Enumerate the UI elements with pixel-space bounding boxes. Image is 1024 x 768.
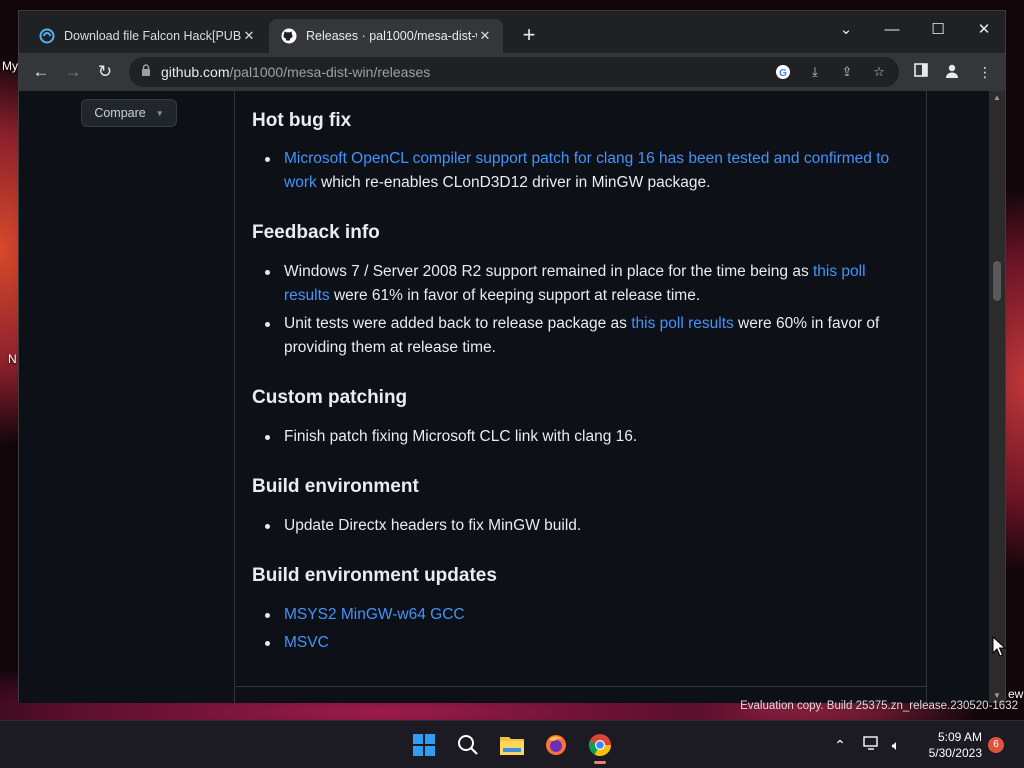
taskbar: ⌃ 🔈︎ 5:09 AM 5/30/2023 6 — [0, 720, 1024, 768]
tab-close-icon[interactable]: ✕ — [477, 28, 493, 44]
msys2-link[interactable]: MSYS2 MinGW-w64 GCC — [284, 606, 465, 623]
compare-button[interactable]: Compare ▼ — [81, 99, 177, 127]
browser-toolbar: ← → ↻ github.com/pal1000/mesa-dist-win/r… — [19, 53, 1005, 91]
tab-search-icon[interactable]: ⌄ — [823, 15, 869, 43]
firefox-icon[interactable] — [540, 730, 572, 760]
msvc-link[interactable]: MSVC — [284, 634, 329, 651]
back-icon[interactable]: ← — [31, 62, 51, 82]
list-item: Unit tests were added back to release pa… — [252, 312, 912, 360]
reload-icon[interactable]: ↻ — [95, 62, 115, 82]
svg-text:G: G — [779, 68, 787, 79]
list-item: MSYS2 MinGW-w64 GCC — [252, 603, 912, 627]
share-icon[interactable]: ⇪ — [839, 64, 855, 80]
desktop-icon-label[interactable]: ew — [1008, 687, 1023, 701]
release-sidebar: Compare ▼ — [19, 91, 235, 703]
vertical-scrollbar[interactable]: ▲ ▼ — [989, 91, 1005, 703]
system-clock[interactable]: 5:09 AM 5/30/2023 — [912, 729, 982, 761]
address-bar[interactable]: github.com/pal1000/mesa-dist-win/release… — [129, 57, 899, 87]
close-window-icon[interactable]: ✕ — [961, 15, 1007, 43]
list-item: Finish patch fixing Microsoft CLC link w… — [252, 425, 912, 449]
tab-falcon-download[interactable]: Download file Falcon Hack[PUB] · ✕ — [27, 19, 267, 53]
kebab-menu-icon[interactable]: ⋮ — [976, 63, 994, 81]
scroll-up-icon[interactable]: ▲ — [989, 91, 1005, 105]
side-panel-icon[interactable] — [912, 63, 930, 81]
download-site-icon — [39, 28, 55, 44]
section-list: MSYS2 MinGW-w64 GCC MSVC — [252, 603, 912, 659]
bookmark-star-icon[interactable]: ☆ — [871, 64, 887, 80]
clock-time: 5:09 AM — [937, 730, 982, 744]
new-tab-button[interactable]: + — [519, 24, 539, 46]
section-heading: Build environment updates — [252, 565, 497, 586]
volume-icon[interactable]: 🔈︎ — [886, 735, 906, 755]
list-item: MSVC — [252, 631, 912, 655]
list-item: Update Directx headers to fix MinGW buil… — [252, 514, 912, 538]
section-list: Microsoft OpenCL compiler support patch … — [252, 147, 912, 199]
scroll-thumb[interactable] — [993, 261, 1001, 301]
section-heading: Custom patching — [252, 387, 408, 408]
file-explorer-icon[interactable] — [496, 730, 528, 760]
desktop-icon-label[interactable]: My — [2, 59, 18, 73]
tab-strip: Download file Falcon Hack[PUB] · ✕ Relea… — [19, 11, 1005, 53]
network-icon[interactable] — [862, 735, 882, 755]
list-item: Windows 7 / Server 2008 R2 support remai… — [252, 260, 912, 308]
release-notes: Hot bug fix Microsoft OpenCL compiler su… — [235, 91, 927, 703]
chevron-up-icon[interactable]: ⌃ — [830, 735, 850, 755]
minimize-icon[interactable]: — — [869, 15, 915, 43]
tab-title: Download file Falcon Hack[PUB] · — [64, 29, 241, 43]
compare-label: Compare — [94, 106, 146, 120]
install-app-icon[interactable]: ⤓ — [807, 64, 823, 80]
tab-close-icon[interactable]: ✕ — [241, 28, 257, 44]
section-list: Finish patch fixing Microsoft CLC link w… — [252, 425, 912, 453]
notification-badge[interactable]: 6 — [988, 737, 1004, 753]
section-heading: Feedback info — [252, 222, 380, 243]
url-text[interactable]: github.com/pal1000/mesa-dist-win/release… — [161, 64, 430, 80]
section-list: Windows 7 / Server 2008 R2 support remai… — [252, 260, 912, 364]
maximize-icon[interactable]: ☐ — [915, 15, 961, 43]
lock-icon[interactable] — [141, 63, 151, 81]
search-icon[interactable] — [452, 730, 484, 760]
section-list: Update Directx headers to fix MinGW buil… — [252, 514, 912, 542]
forward-icon[interactable]: → — [63, 62, 83, 82]
section-heading: Hot bug fix — [252, 110, 352, 131]
divider — [235, 686, 926, 687]
chrome-icon[interactable] — [584, 730, 616, 764]
evaluation-watermark: Evaluation copy. Build 25375.zn_release.… — [740, 700, 1018, 712]
clock-date: 5/30/2023 — [928, 746, 982, 760]
list-item: Microsoft OpenCL compiler support patch … — [252, 147, 912, 195]
tab-title: Releases · pal1000/mesa-dist-win — [306, 29, 477, 43]
google-icon[interactable]: G — [775, 64, 791, 80]
page-viewport: Compare ▼ Hot bug fix Microsoft OpenCL c… — [19, 91, 991, 703]
desktop-icon-label[interactable]: N — [8, 352, 17, 366]
caret-down-icon: ▼ — [155, 108, 164, 118]
github-icon — [281, 28, 297, 44]
section-heading: Build environment — [252, 476, 419, 497]
tab-github-releases[interactable]: Releases · pal1000/mesa-dist-win ✕ — [269, 19, 503, 53]
mouse-cursor-icon — [992, 636, 1006, 657]
browser-window: Download file Falcon Hack[PUB] · ✕ Relea… — [18, 10, 1006, 703]
start-windows-icon[interactable] — [408, 730, 440, 760]
profile-icon[interactable] — [943, 63, 961, 81]
poll-results-link[interactable]: this poll results — [631, 315, 734, 332]
